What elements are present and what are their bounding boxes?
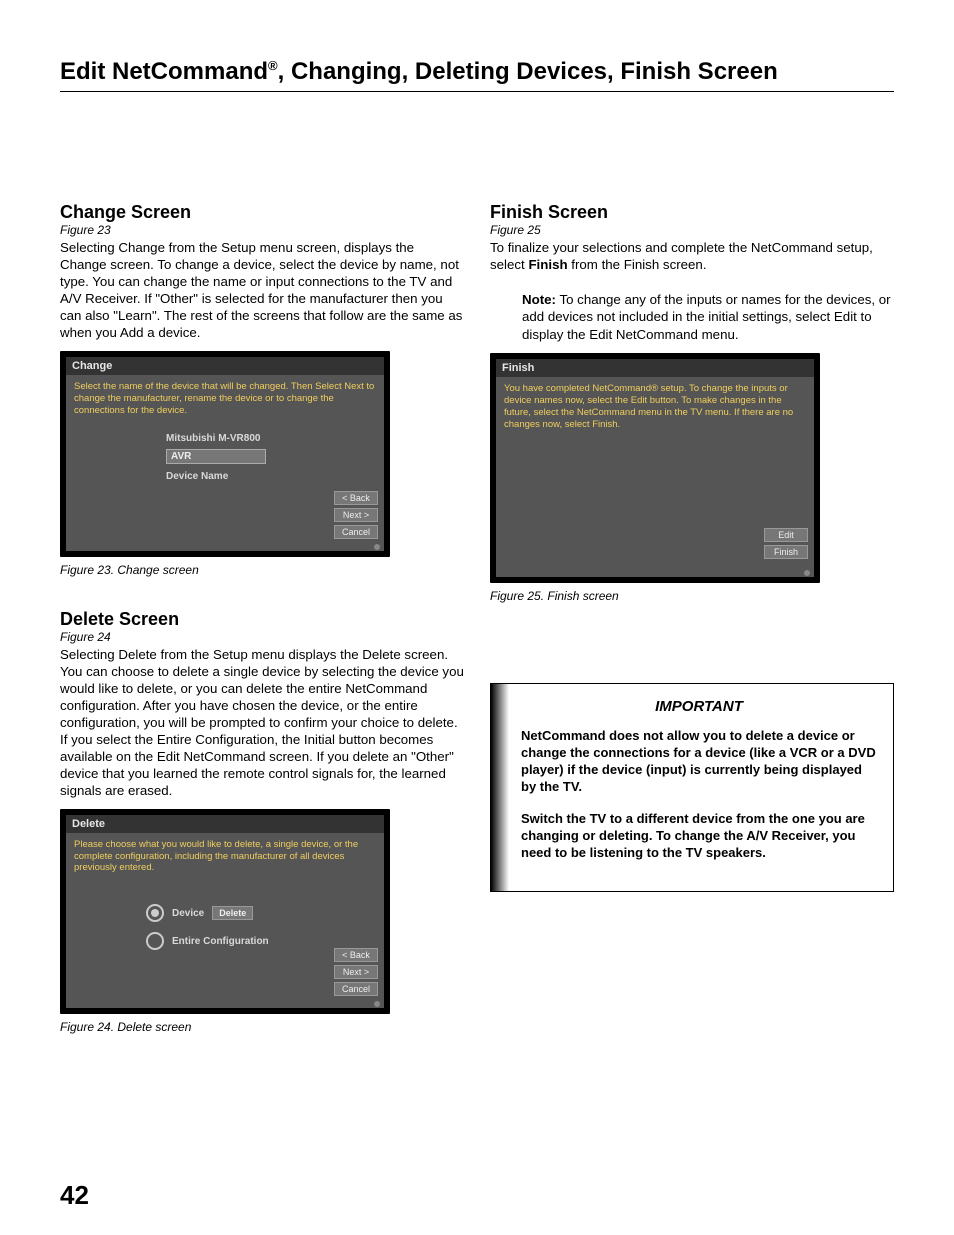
change-shot-device-label: Mitsubishi M-VR800	[166, 433, 260, 444]
delete-figref: Figure 24	[60, 630, 464, 644]
delete-shot-radio-entire[interactable]	[146, 932, 164, 950]
change-shot-instruction: Select the name of the device that will …	[66, 375, 384, 423]
title-prefix: Edit NetCommand	[60, 58, 268, 85]
finish-shot-edit-button[interactable]: Edit	[764, 528, 808, 542]
delete-caption: Figure 24. Delete screen	[60, 1020, 464, 1034]
change-shot-next-button[interactable]: Next >	[334, 508, 378, 522]
title-suffix: , Changing, Deleting Devices, Finish Scr…	[278, 58, 778, 85]
change-shot-device-sublabel: Device Name	[166, 471, 228, 482]
change-shot-cancel-button[interactable]: Cancel	[334, 525, 378, 539]
finish-note-label: Note:	[522, 292, 556, 307]
title-divider	[60, 91, 894, 92]
finish-screenshot: Finish You have completed NetCommand® se…	[490, 353, 820, 583]
finish-figref: Figure 25	[490, 223, 894, 237]
delete-shot-title: Delete	[66, 815, 384, 833]
finish-caption: Figure 25. Finish screen	[490, 589, 894, 603]
finish-body: To finalize your selections and complete…	[490, 239, 894, 273]
finish-note: Note: To change any of the inputs or nam…	[522, 291, 894, 344]
finish-shot-instruction: You have completed NetCommand® setup. To…	[496, 377, 814, 437]
delete-shot-instruction: Please choose what you would like to del…	[66, 833, 384, 881]
change-caption: Figure 23. Change screen	[60, 563, 464, 577]
delete-shot-opt-entire: Entire Configuration	[172, 936, 269, 947]
page-number: 42	[60, 1180, 89, 1211]
change-body: Selecting Change from the Setup menu scr…	[60, 239, 464, 341]
important-p2: Switch the TV to a different device from…	[521, 810, 877, 861]
title-superscript: ®	[268, 58, 278, 73]
change-screenshot: Change Select the name of the device tha…	[60, 351, 390, 557]
right-column: Finish Screen Figure 25 To finalize your…	[490, 202, 894, 1066]
change-shot-device-field[interactable]: AVR	[166, 449, 266, 464]
change-figref: Figure 23	[60, 223, 464, 237]
delete-shot-radio-device[interactable]	[146, 904, 164, 922]
important-p1: NetCommand does not allow you to delete …	[521, 727, 877, 796]
delete-shot-opt-device: Device	[172, 908, 204, 919]
delete-heading: Delete Screen	[60, 609, 464, 630]
finish-body-post: from the Finish screen.	[568, 257, 707, 272]
important-box: IMPORTANT NetCommand does not allow you …	[490, 683, 894, 892]
finish-shot-finish-button[interactable]: Finish	[764, 545, 808, 559]
delete-shot-delete-button[interactable]: Delete	[212, 906, 253, 920]
finish-note-body: To change any of the inputs or names for…	[522, 292, 891, 342]
page-title: Edit NetCommand®, Changing, Deleting Dev…	[60, 58, 894, 87]
finish-shot-title: Finish	[496, 359, 814, 377]
finish-body-bold: Finish	[528, 257, 567, 272]
left-column: Change Screen Figure 23 Selecting Change…	[60, 202, 464, 1066]
delete-shot-cancel-button[interactable]: Cancel	[334, 982, 378, 996]
delete-screenshot: Delete Please choose what you would like…	[60, 809, 390, 1015]
delete-body: Selecting Delete from the Setup menu dis…	[60, 646, 464, 799]
change-shot-title: Change	[66, 357, 384, 375]
finish-heading: Finish Screen	[490, 202, 894, 223]
important-title: IMPORTANT	[521, 698, 877, 715]
change-heading: Change Screen	[60, 202, 464, 223]
delete-shot-next-button[interactable]: Next >	[334, 965, 378, 979]
delete-shot-back-button[interactable]: < Back	[334, 948, 378, 962]
change-shot-back-button[interactable]: < Back	[334, 491, 378, 505]
